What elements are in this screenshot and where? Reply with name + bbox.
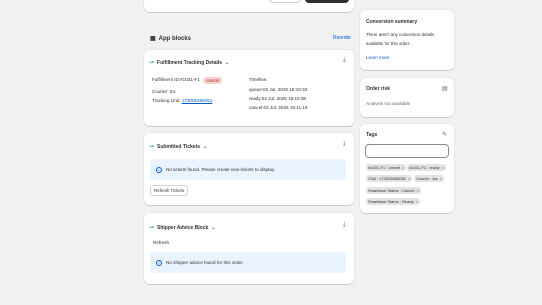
shipper-title: Shipper Advice Block	[157, 224, 209, 231]
timeline-item: ready:02 Jul, 2025 18:10:38	[249, 96, 306, 101]
info-icon: i	[156, 259, 162, 266]
tag-chip: Smartlane Status : Ready ×	[366, 198, 420, 205]
tag-label: Smartlane Status : Ready	[368, 199, 414, 204]
shipper-message: No shipper advice found for this order.	[166, 260, 244, 265]
app-blocks-icon: ▦	[150, 36, 156, 42]
shipper-block-title[interactable]: ⇀ Shipper Advice Block ⌄	[149, 224, 215, 232]
order-risk-text: Analysis not available	[366, 101, 411, 106]
timeline-item: cancel:02 Jul, 2025 18:11:16	[249, 105, 308, 110]
app-blocks-title: App blocks	[158, 35, 192, 42]
tracking-link[interactable]: 173005365051	[182, 98, 213, 103]
app-blocks-header: ▦ App blocks	[150, 35, 192, 43]
tag-label: Courier : tcs	[416, 176, 438, 181]
timeline-item: queue:02 Jul, 2025 18:10:33	[249, 87, 308, 92]
chevron-down-icon[interactable]: ⌄	[225, 60, 229, 66]
remove-tag-icon[interactable]: ×	[402, 165, 404, 170]
tag-chip: Courier : tcs ×	[414, 175, 444, 182]
remove-tag-icon[interactable]: ×	[416, 199, 418, 204]
courier-text: Courier: tcs	[152, 89, 176, 94]
timeline-title: Timeline:	[249, 77, 268, 82]
tickets-info-banner: i No tickets found. Please create new ti…	[150, 159, 346, 180]
conversion-text: There aren't any conversion details	[366, 32, 435, 37]
edit-icon[interactable]: ✎	[442, 131, 447, 138]
tags-input[interactable]	[365, 144, 449, 158]
tag-chip: #1031-F1 : cancel ×	[366, 164, 407, 171]
tickets-title: Submitted Tickets	[157, 143, 201, 150]
tracking-link-label: Tracking Link:	[152, 98, 181, 103]
fulfillment-id-value: #1031-F1	[180, 77, 200, 82]
report-icon[interactable]: ▤	[442, 85, 448, 92]
tags-title: Tags	[366, 132, 378, 138]
fulfillment-block-title[interactable]: ⇀ Fulfillment Tracking Details ⌄	[149, 59, 229, 67]
status-badge: cancel	[203, 77, 223, 84]
tag-label: Smartlane Status : Cancel	[368, 188, 415, 193]
arrow-logo-icon: ⇀	[149, 225, 155, 231]
tag-chip: CN# : 173005365051 ×	[366, 175, 413, 182]
remove-tag-icon[interactable]: ×	[408, 176, 410, 181]
fulfillment-title: Fulfillment Tracking Details	[157, 59, 223, 66]
primary-action-button[interactable]	[305, 0, 349, 3]
arrow-logo-icon: ⇀	[149, 60, 155, 66]
tickets-block-title[interactable]: ⇀ Submitted Tickets ⌄	[149, 143, 207, 151]
refresh-tickets-button[interactable]: Refresh Tickets	[150, 185, 189, 196]
arrow-logo-icon: ⇀	[149, 144, 155, 150]
conversion-text: available for this order.	[366, 41, 411, 46]
tracking-link-row: Tracking Link: 173005365051	[152, 98, 212, 103]
tag-chip: #1031-F1 : ready ×	[407, 164, 446, 171]
conversion-title: Conversion summary	[366, 19, 418, 25]
tag-label: CN# : 173005365051	[368, 176, 407, 181]
fulfillment-id-label: Fulfillment ID:	[152, 77, 181, 82]
tag-label: #1031-F1 : cancel	[368, 165, 401, 170]
fulfillment-id: Fulfillment ID:#1031-F1	[152, 77, 200, 82]
reorder-link[interactable]: Reorder	[333, 35, 351, 41]
shipper-refresh-button[interactable]: Refresh	[153, 240, 169, 245]
remove-tag-icon[interactable]: ×	[441, 165, 443, 170]
tickets-message: No tickets found. Please create new tick…	[166, 167, 276, 172]
pin-icon[interactable]: ⤓	[343, 222, 346, 229]
chevron-down-icon[interactable]: ⌄	[211, 225, 215, 231]
remove-tag-icon[interactable]: ×	[416, 188, 418, 193]
tag-chip: Smartlane Status : Cancel ×	[366, 187, 421, 194]
shipper-info-banner: i No shipper advice found for this order…	[150, 252, 346, 273]
info-icon: i	[156, 166, 162, 173]
secondary-action-button[interactable]	[269, 0, 301, 3]
pin-icon[interactable]: ⤓	[343, 57, 346, 64]
learn-more-link[interactable]: Learn more	[366, 55, 390, 60]
order-risk-title: Order risk	[366, 86, 390, 92]
tag-label: #1031-F1 : ready	[409, 165, 440, 170]
pin-icon[interactable]: ⤓	[343, 141, 346, 148]
order-risk-card	[360, 78, 454, 117]
remove-tag-icon[interactable]: ×	[440, 176, 442, 181]
chevron-down-icon[interactable]: ⌄	[203, 144, 207, 150]
